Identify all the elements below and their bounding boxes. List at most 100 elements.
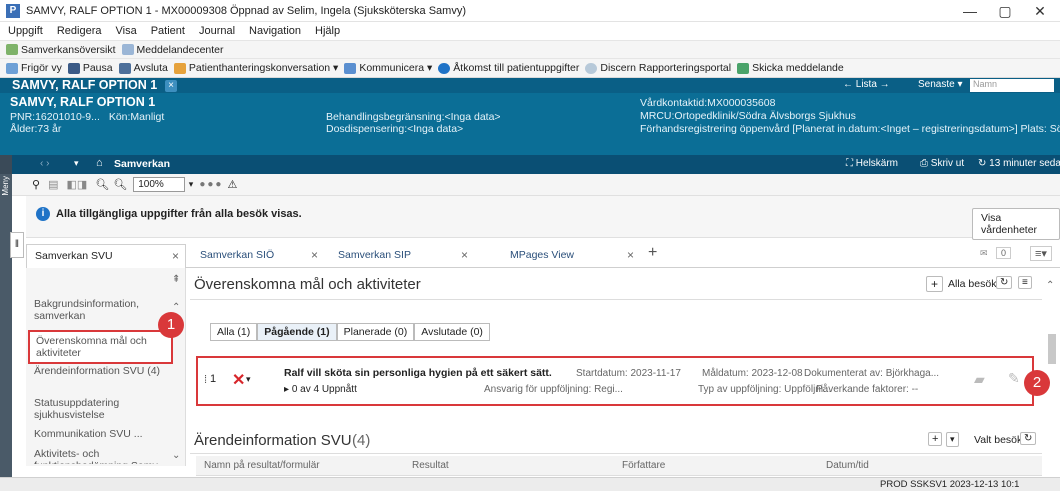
flag-icon[interactable]: ⚠ bbox=[227, 178, 237, 191]
side-menu-handle[interactable] bbox=[0, 155, 12, 174]
callout-1: 1 bbox=[158, 312, 184, 338]
home-icon[interactable]: ⌂ bbox=[96, 157, 103, 169]
show-care-units-button[interactable]: Visa vårdenheter bbox=[972, 208, 1060, 240]
add-tab-button[interactable]: + bbox=[648, 244, 657, 262]
goal-progress[interactable]: ▸ 0 av 4 Uppnått bbox=[284, 384, 357, 395]
zoom-in-icon[interactable]: 🔍︎ bbox=[95, 178, 109, 191]
zoom-out-icon[interactable]: 🔍︎ bbox=[113, 178, 127, 191]
mail-icon[interactable]: ✉ bbox=[980, 248, 988, 259]
dropdown-arrow-icon[interactable]: ▾ bbox=[74, 158, 79, 169]
goal-start-date: Startdatum: 2023-11-17 bbox=[576, 368, 681, 379]
add-record-button[interactable]: + bbox=[928, 432, 943, 446]
close-icon[interactable]: × bbox=[461, 245, 468, 265]
collapse-handle[interactable]: ‖ bbox=[10, 232, 24, 258]
toolbar-item-avsluta[interactable]: Avsluta bbox=[118, 59, 168, 77]
goal-row[interactable]: ⁞ 1 ✕ ▾ Ralf vill sköta sin personliga h… bbox=[196, 356, 1034, 406]
patient-header: SAMVY, RALF OPTION 1 PNR:16201010-9... K… bbox=[0, 93, 1060, 155]
fullscreen-label: Helskärm bbox=[855, 158, 899, 169]
treatment-limitation: Behandlingsbegränsning:<Inga data> bbox=[326, 111, 501, 123]
record-controls-icon[interactable]: ●●● bbox=[199, 179, 223, 190]
zoom-select[interactable]: 100% bbox=[133, 177, 185, 192]
patient-tab-strip: SAMVY, RALF OPTION 1 × ← Lista → Senaste… bbox=[0, 78, 1060, 93]
col-result[interactable]: Resultat bbox=[412, 460, 449, 471]
filter-alla[interactable]: Alla (1) bbox=[210, 323, 258, 341]
nav-item-arendeinformation[interactable]: Ärendeinformation SVU (4) bbox=[34, 365, 174, 377]
edit-pencil-icon[interactable]: ✎ bbox=[1008, 370, 1020, 387]
binoculars-icon[interactable]: ⚲ bbox=[32, 178, 40, 191]
toolbar-item-atkomst[interactable]: Åtkomst till patientuppgifter bbox=[438, 59, 579, 77]
toolbar-item-frigor-vy[interactable]: Frigör vy bbox=[6, 59, 62, 77]
col-name[interactable]: Namn på resultat/formulär bbox=[204, 460, 320, 471]
page-toolbar: ⚲ ▤ ◧◨ 🔍︎ 🔍︎ 100% ▾ ●●● ⚠ bbox=[12, 174, 1060, 196]
maximize-button[interactable]: ▢ bbox=[990, 2, 1020, 20]
nav-item-aktivitets[interactable]: Aktivitets- och funktionsbedömning,Samv bbox=[34, 448, 174, 464]
menu-patient[interactable]: Patient bbox=[151, 22, 185, 40]
nav-item-statusuppdatering[interactable]: Statusuppdatering sjukhusvistelse bbox=[34, 397, 174, 421]
close-icon[interactable]: × bbox=[172, 246, 179, 266]
toolbar-item-meddelandecenter[interactable]: Meddelandecenter bbox=[121, 41, 224, 59]
toolbar-item-pausa[interactable]: Pausa bbox=[67, 59, 113, 77]
print-preview-icon[interactable]: ▤ bbox=[48, 178, 58, 191]
col-datetime[interactable]: Datum/tid bbox=[826, 460, 869, 471]
patient-list-nav[interactable]: ← Lista → bbox=[843, 79, 890, 90]
scroll-up-icon[interactable]: ⌃ bbox=[1046, 280, 1054, 291]
scope-label[interactable]: Valt besök bbox=[974, 434, 1022, 446]
scroll-thumb[interactable] bbox=[1048, 334, 1056, 364]
menu-navigation[interactable]: Navigation bbox=[249, 22, 301, 40]
nav-item-overenskomna-mal[interactable]: Överenskomna mål och aktiviteter bbox=[28, 330, 173, 364]
tab-samverkan-svu[interactable]: Samverkan SVU × bbox=[26, 244, 186, 268]
overview-icon bbox=[6, 44, 18, 55]
menu-uppgift[interactable]: Uppgift bbox=[8, 22, 43, 40]
patient-tab-close-button[interactable]: × bbox=[165, 80, 177, 92]
comment-icon[interactable]: ▰ bbox=[974, 371, 985, 388]
pin-icon[interactable]: ⇞ bbox=[172, 274, 180, 285]
filter-pagaende[interactable]: Pågående (1) bbox=[257, 323, 337, 341]
chevron-down-icon[interactable]: ▾ bbox=[246, 374, 251, 385]
tab-samverkan-sio[interactable]: Samverkan SIÖ × bbox=[194, 244, 324, 266]
minimize-button[interactable]: — bbox=[955, 2, 985, 20]
menu-journal[interactable]: Journal bbox=[199, 22, 235, 40]
close-button[interactable]: ✕ bbox=[1025, 2, 1055, 20]
scroll-down-icon[interactable]: ⌄ bbox=[172, 450, 180, 461]
toolbar-item-skicka-meddelande[interactable]: Skicka meddelande bbox=[737, 59, 844, 77]
patient-search-input[interactable]: Namn bbox=[970, 79, 1054, 92]
goal-followup-type: Typ av uppföljning: Uppföljni... bbox=[698, 384, 832, 395]
toolbar-item-discern[interactable]: Discern Rapporteringsportal bbox=[585, 59, 731, 77]
status-env: PROD bbox=[880, 479, 908, 490]
nav-item-bakgrundsinformation[interactable]: Bakgrundsinformation, samverkan bbox=[34, 298, 174, 322]
refresh-status[interactable]: ↻ 13 minuter sedan bbox=[978, 158, 1060, 169]
recent-patients-dropdown[interactable]: Senaste ▾ bbox=[918, 79, 963, 90]
menu-icon[interactable]: ≡ bbox=[1018, 276, 1032, 289]
tab-samverkan-sip[interactable]: Samverkan SIP × bbox=[324, 244, 474, 266]
filter-avslutade[interactable]: Avslutade (0) bbox=[414, 323, 490, 341]
refresh-icon[interactable]: ↻ bbox=[996, 276, 1013, 289]
close-icon[interactable]: × bbox=[311, 245, 318, 265]
menu-redigera[interactable]: Redigera bbox=[57, 22, 102, 40]
tab-menu-button[interactable]: ≡▾ bbox=[1030, 246, 1052, 261]
toolbar-item-patientkonversation[interactable]: Patienthanteringskonversation ▾ bbox=[173, 59, 338, 77]
close-icon[interactable]: × bbox=[627, 245, 634, 265]
back-forward-icon[interactable]: ‹ › bbox=[40, 158, 49, 169]
page-nav-icon[interactable]: ◧◨ bbox=[66, 178, 87, 191]
refresh-icon[interactable]: ↻ bbox=[1020, 432, 1037, 445]
fullscreen-button[interactable]: ⛶ Helskärm bbox=[846, 158, 898, 169]
tab-mpages-view[interactable]: MPages View × bbox=[480, 244, 640, 266]
main-scrollbar[interactable]: ⌃ bbox=[1046, 276, 1058, 436]
toolbar-item-kommunicera[interactable]: Kommunicera ▾ bbox=[344, 59, 432, 77]
add-goal-button[interactable]: + bbox=[926, 276, 944, 292]
menu-visa[interactable]: Visa bbox=[116, 22, 137, 40]
cancel-goal-icon[interactable]: ✕ bbox=[232, 370, 245, 390]
toolbar-item-samverkansoversikt[interactable]: Samverkansöversikt bbox=[6, 41, 116, 59]
scope-label[interactable]: Alla besök bbox=[948, 278, 996, 290]
nav-item-kommunikation[interactable]: Kommunikation SVU ... bbox=[34, 428, 174, 440]
tab-counter: 0 bbox=[996, 247, 1012, 259]
patient-tab-label[interactable]: SAMVY, RALF OPTION 1 bbox=[12, 78, 157, 92]
chevron-down-icon[interactable]: ▾ bbox=[946, 432, 959, 447]
drag-handle-icon[interactable]: ⁞ bbox=[204, 374, 207, 386]
print-button[interactable]: ⎙ Skriv ut bbox=[920, 158, 964, 169]
goal-title: Ralf vill sköta sin personliga hygien på… bbox=[284, 367, 552, 379]
menu-hjalp[interactable]: Hjälp bbox=[315, 22, 340, 40]
filter-planerade[interactable]: Planerade (0) bbox=[336, 323, 415, 341]
col-author[interactable]: Författare bbox=[622, 460, 665, 471]
chevron-down-icon[interactable]: ▾ bbox=[189, 179, 194, 190]
